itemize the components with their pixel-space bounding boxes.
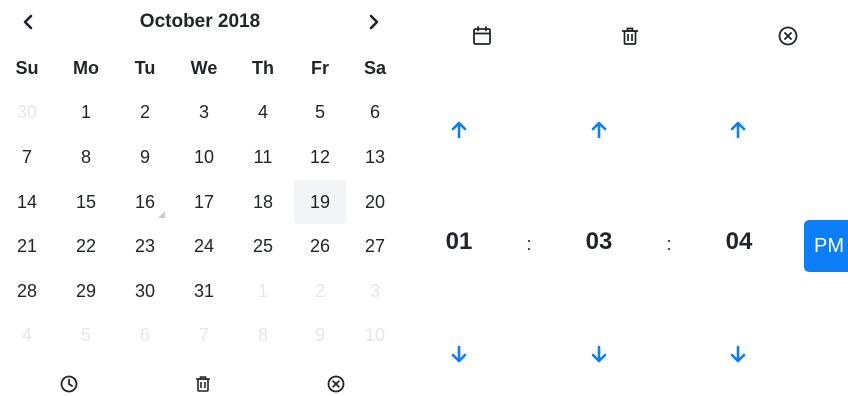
- day-cell[interactable]: 7: [178, 313, 230, 357]
- weekday-header: Su: [15, 58, 39, 78]
- show-date-button[interactable]: [468, 22, 496, 50]
- day-cell[interactable]: 26: [294, 224, 346, 268]
- minute-value[interactable]: 03: [569, 226, 629, 258]
- day-cell[interactable]: 4: [237, 90, 289, 134]
- day-cell[interactable]: 28: [1, 269, 53, 313]
- time-close-button[interactable]: [774, 22, 802, 50]
- day-cell[interactable]: 3: [178, 90, 230, 134]
- weekday-header: Th: [252, 58, 274, 78]
- arrow-up-icon: [591, 121, 607, 139]
- time-separator: :: [526, 234, 532, 254]
- day-cell[interactable]: 5: [294, 90, 346, 134]
- weekday-header: We: [190, 58, 218, 78]
- time-separator: :: [666, 234, 672, 254]
- day-cell[interactable]: 12: [294, 135, 346, 179]
- day-cell[interactable]: 22: [60, 224, 112, 268]
- day-cell[interactable]: 31: [178, 269, 230, 313]
- second-increment-button[interactable]: [724, 116, 752, 144]
- day-cell[interactable]: 18: [237, 180, 289, 224]
- day-cell-selected[interactable]: 16: [119, 180, 171, 224]
- day-cell[interactable]: 30: [1, 90, 53, 134]
- day-cell[interactable]: 17: [178, 180, 230, 224]
- close-circle-icon: [778, 26, 798, 46]
- hour-increment-button[interactable]: [445, 116, 473, 144]
- day-cell[interactable]: 10: [349, 313, 401, 357]
- calendar-icon: [473, 26, 491, 45]
- day-cell-today[interactable]: 19: [294, 180, 346, 224]
- day-cell[interactable]: 6: [119, 313, 171, 357]
- weekday-header: Tu: [134, 58, 156, 78]
- minute-increment-button[interactable]: [585, 116, 613, 144]
- day-cell[interactable]: 1: [237, 269, 289, 313]
- day-cell[interactable]: 11: [237, 135, 289, 179]
- day-cell[interactable]: 1: [60, 90, 112, 134]
- month-title[interactable]: October 2018: [0, 10, 400, 34]
- clock-icon: [60, 375, 78, 393]
- day-cell[interactable]: 6: [349, 90, 401, 134]
- day-cell[interactable]: 23: [119, 224, 171, 268]
- clear-button[interactable]: [191, 372, 215, 396]
- day-cell[interactable]: 27: [349, 224, 401, 268]
- day-cell[interactable]: 20: [349, 180, 401, 224]
- arrow-down-icon: [730, 345, 746, 363]
- minute-decrement-button[interactable]: [585, 340, 613, 368]
- trash-icon: [196, 376, 210, 392]
- day-cell[interactable]: 9: [294, 313, 346, 357]
- day-cell[interactable]: 13: [349, 135, 401, 179]
- date-picker-panel: October 2018 Su Mo Tu We Th Fr Sa 30 1 2 3 4 5 6 7 8 9 10…: [0, 0, 400, 394]
- day-cell[interactable]: 4: [1, 313, 53, 357]
- day-cell[interactable]: 21: [1, 224, 53, 268]
- day-cell[interactable]: 25: [237, 224, 289, 268]
- show-time-button[interactable]: [57, 372, 81, 396]
- day-cell[interactable]: 7: [1, 135, 53, 179]
- weekday-header: Sa: [363, 58, 387, 78]
- day-cell[interactable]: 29: [60, 269, 112, 313]
- meridiem-toggle-button[interactable]: PM: [804, 220, 848, 272]
- hour-value[interactable]: 01: [429, 226, 489, 258]
- weekday-header: Fr: [311, 58, 329, 78]
- day-cell[interactable]: 9: [119, 135, 171, 179]
- day-cell[interactable]: 5: [60, 313, 112, 357]
- weekday-header: Mo: [73, 58, 99, 78]
- hour-decrement-button[interactable]: [445, 340, 473, 368]
- arrow-up-icon: [451, 121, 467, 139]
- next-month-button[interactable]: [360, 8, 388, 36]
- day-cell[interactable]: 14: [1, 180, 53, 224]
- arrow-up-icon: [730, 121, 746, 139]
- day-cell[interactable]: 8: [237, 313, 289, 357]
- arrow-down-icon: [451, 345, 467, 363]
- close-button[interactable]: [324, 372, 348, 396]
- day-cell[interactable]: 30: [119, 269, 171, 313]
- second-value[interactable]: 04: [709, 226, 769, 258]
- day-cell[interactable]: 24: [178, 224, 230, 268]
- day-cell[interactable]: 3: [349, 269, 401, 313]
- chevron-right-icon: [369, 14, 379, 30]
- arrow-down-icon: [591, 345, 607, 363]
- time-clear-button[interactable]: [616, 22, 644, 50]
- day-cell[interactable]: 10: [178, 135, 230, 179]
- day-cell[interactable]: 8: [60, 135, 112, 179]
- close-circle-icon: [327, 375, 345, 393]
- day-cell[interactable]: 2: [119, 90, 171, 134]
- second-decrement-button[interactable]: [724, 340, 752, 368]
- trash-icon: [622, 27, 638, 45]
- day-cell[interactable]: 2: [294, 269, 346, 313]
- day-cell[interactable]: 15: [60, 180, 112, 224]
